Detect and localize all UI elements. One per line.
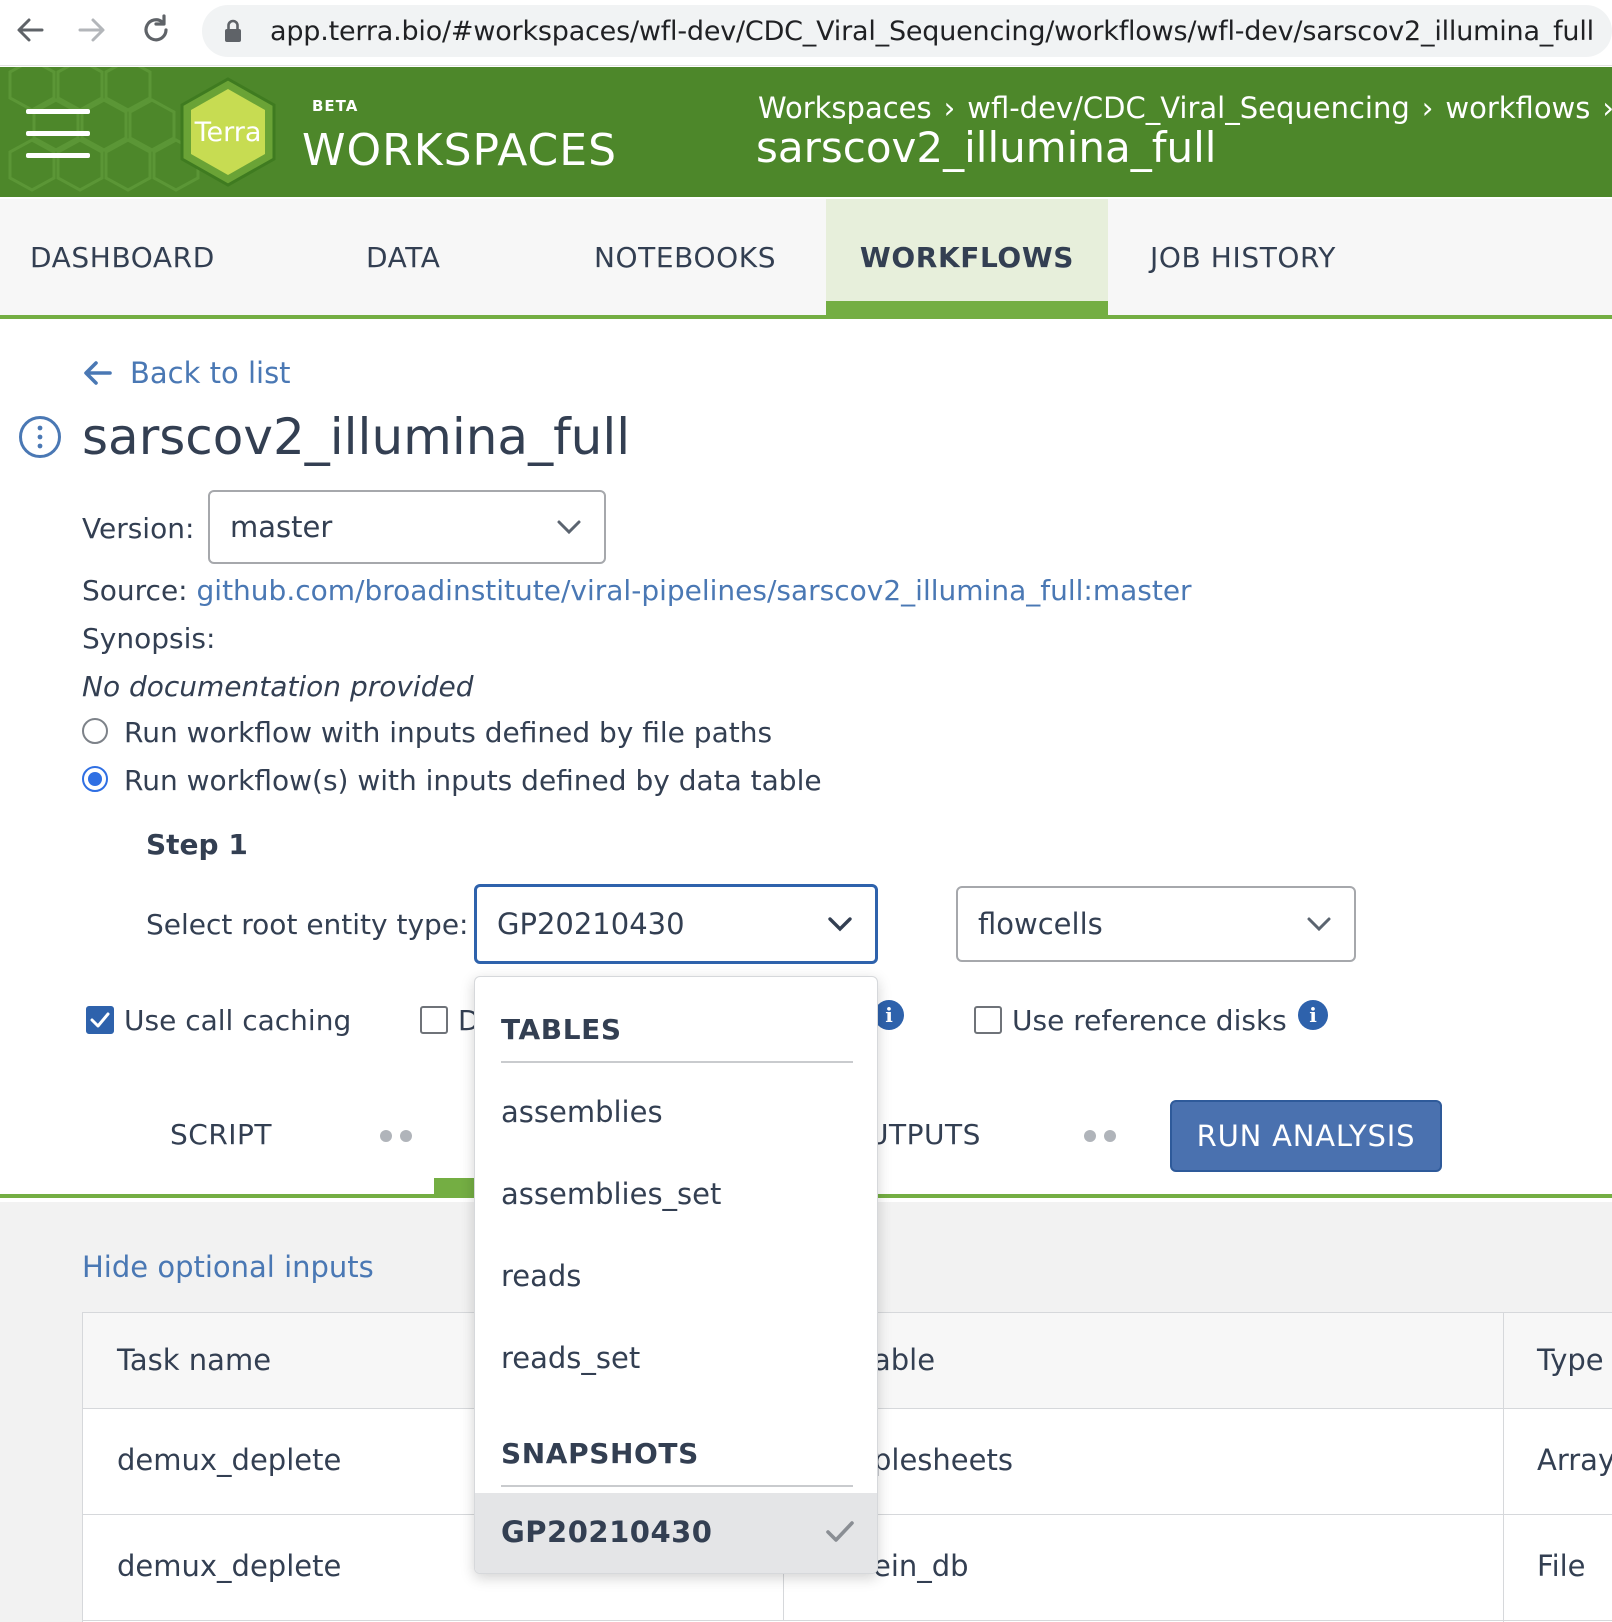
- subtab-script[interactable]: SCRIPT: [170, 1118, 272, 1151]
- svg-text:Terra: Terra: [194, 117, 262, 148]
- entity-set-select[interactable]: flowcells: [956, 886, 1356, 962]
- breadcrumb-workspace[interactable]: wfl-dev/CDC_Viral_Sequencing: [967, 91, 1410, 125]
- variable-cell: ein_db: [873, 1549, 969, 1583]
- tab-data[interactable]: DATA: [366, 199, 526, 315]
- browser-toolbar: app.terra.bio/#workspaces/wfl-dev/CDC_Vi…: [0, 0, 1612, 66]
- root-entity-dropdown-menu: TABLES assemblies assemblies_set reads r…: [474, 976, 878, 1574]
- dropdown-option-reads-set[interactable]: reads_set: [501, 1341, 640, 1375]
- dropdown-option-assemblies[interactable]: assemblies: [501, 1095, 663, 1129]
- tab-workflows[interactable]: WORKFLOWS: [826, 199, 1108, 315]
- reload-icon[interactable]: [134, 8, 178, 52]
- variable-cell: plesheets: [873, 1443, 1013, 1477]
- entity-set-select-value: flowcells: [978, 907, 1103, 941]
- reference-disks-checkbox[interactable]: [974, 1006, 1002, 1034]
- column-header-task-name[interactable]: Task name: [117, 1343, 271, 1377]
- info-icon[interactable]: i: [1298, 1000, 1328, 1030]
- arrow-left-icon: [84, 361, 112, 385]
- run-analysis-button[interactable]: RUN ANALYSIS: [1170, 1100, 1442, 1172]
- back-arrow-icon[interactable]: [8, 8, 52, 52]
- workflow-title: sarscov2_illumina_full: [82, 408, 631, 466]
- lock-icon: [225, 19, 241, 42]
- terra-logo[interactable]: Terra: [176, 77, 280, 187]
- group-divider: [501, 1485, 853, 1487]
- root-entity-select[interactable]: GP20210430: [474, 884, 878, 964]
- url-text: app.terra.bio/#workspaces/wfl-dev/CDC_Vi…: [270, 16, 1594, 47]
- column-header-type[interactable]: Type: [1537, 1343, 1604, 1377]
- type-cell: Array: [1537, 1443, 1612, 1477]
- hide-optional-inputs-link[interactable]: Hide optional inputs: [82, 1250, 374, 1284]
- task-name-cell: demux_deplete: [117, 1443, 342, 1477]
- radio-file-paths-label[interactable]: Run workflow with inputs defined by file…: [124, 716, 772, 749]
- radio-data-table-label[interactable]: Run workflow(s) with inputs defined by d…: [124, 764, 822, 797]
- tab-job-history[interactable]: JOB HISTORY: [1150, 199, 1410, 315]
- source-label: Source:: [82, 574, 188, 607]
- breadcrumb: Workspaces › wfl-dev/CDC_Viral_Sequencing ›…: [758, 91, 1612, 125]
- chevron-down-icon: [557, 520, 581, 535]
- more-dots-icon: [1084, 1130, 1124, 1142]
- call-caching-label[interactable]: Use call caching: [124, 1004, 351, 1037]
- check-icon: [826, 1521, 854, 1542]
- dropdown-group-tables: TABLES: [501, 1013, 622, 1046]
- step-heading: Step 1: [146, 828, 248, 861]
- radio-file-paths[interactable]: [82, 718, 108, 744]
- breadcrumb-separator: ›: [943, 91, 956, 125]
- synopsis-value: No documentation provided: [82, 670, 474, 703]
- breadcrumb-workspaces[interactable]: Workspaces: [758, 91, 932, 125]
- workspace-tabs: DASHBOARD DATA NOTEBOOKS WORKFLOWS JOB H…: [0, 199, 1612, 319]
- call-caching-checkbox[interactable]: [86, 1006, 114, 1034]
- subtab-outputs[interactable]: UTPUTS: [868, 1118, 981, 1151]
- header-page-title: sarscov2_illumina_full: [756, 123, 1217, 172]
- workflow-info-icon[interactable]: [18, 415, 62, 459]
- back-to-list-label: Back to list: [130, 356, 291, 390]
- tab-notebooks[interactable]: NOTEBOOKS: [594, 199, 834, 315]
- synopsis-label: Synopsis:: [82, 622, 216, 655]
- breadcrumb-workflows[interactable]: workflows: [1445, 91, 1590, 125]
- source-row: Source: github.com/broadinstitute/viral-…: [82, 574, 1192, 607]
- app-header: Terra BETA WORKSPACES Workspaces › wfl-dev…: [0, 67, 1612, 197]
- menu-icon[interactable]: [26, 109, 90, 159]
- dropdown-option-reads[interactable]: reads: [501, 1259, 581, 1293]
- chevron-down-icon: [1307, 917, 1331, 932]
- breadcrumb-separator: ›: [1421, 91, 1434, 125]
- checkmark-icon: [90, 1012, 110, 1028]
- column-header-variable[interactable]: able: [873, 1343, 935, 1377]
- address-bar[interactable]: app.terra.bio/#workspaces/wfl-dev/CDC_Vi…: [202, 5, 1612, 57]
- breadcrumb-separator: ›: [1602, 91, 1612, 125]
- radio-data-table[interactable]: [82, 766, 108, 792]
- type-cell: File: [1537, 1549, 1586, 1583]
- reference-disks-label[interactable]: Use reference disks: [1012, 1004, 1287, 1037]
- group-divider: [501, 1061, 853, 1063]
- beta-badge: BETA: [312, 97, 359, 115]
- task-name-cell: demux_deplete: [117, 1549, 342, 1583]
- back-to-list-link[interactable]: Back to list: [82, 356, 291, 390]
- tab-dashboard[interactable]: DASHBOARD: [30, 199, 290, 315]
- version-select[interactable]: master: [208, 490, 606, 564]
- chevron-down-icon: [828, 917, 852, 932]
- forward-arrow-icon[interactable]: [70, 8, 114, 52]
- app-title: WORKSPACES: [302, 125, 617, 176]
- root-entity-select-value: GP20210430: [497, 907, 685, 941]
- delete-intermediate-checkbox[interactable]: [420, 1006, 448, 1034]
- dropdown-group-snapshots: SNAPSHOTS: [501, 1437, 699, 1470]
- info-icon[interactable]: i: [874, 1000, 904, 1030]
- root-entity-label: Select root entity type:: [146, 908, 469, 941]
- more-dots-icon: [380, 1130, 420, 1142]
- version-select-value: master: [230, 510, 333, 544]
- dropdown-option-gp20210430[interactable]: GP20210430: [475, 1493, 877, 1573]
- dropdown-option-label: GP20210430: [501, 1515, 713, 1549]
- source-link[interactable]: github.com/broadinstitute/viral-pipeline…: [197, 574, 1192, 607]
- dropdown-option-assemblies-set[interactable]: assemblies_set: [501, 1177, 721, 1211]
- version-label: Version:: [82, 512, 195, 545]
